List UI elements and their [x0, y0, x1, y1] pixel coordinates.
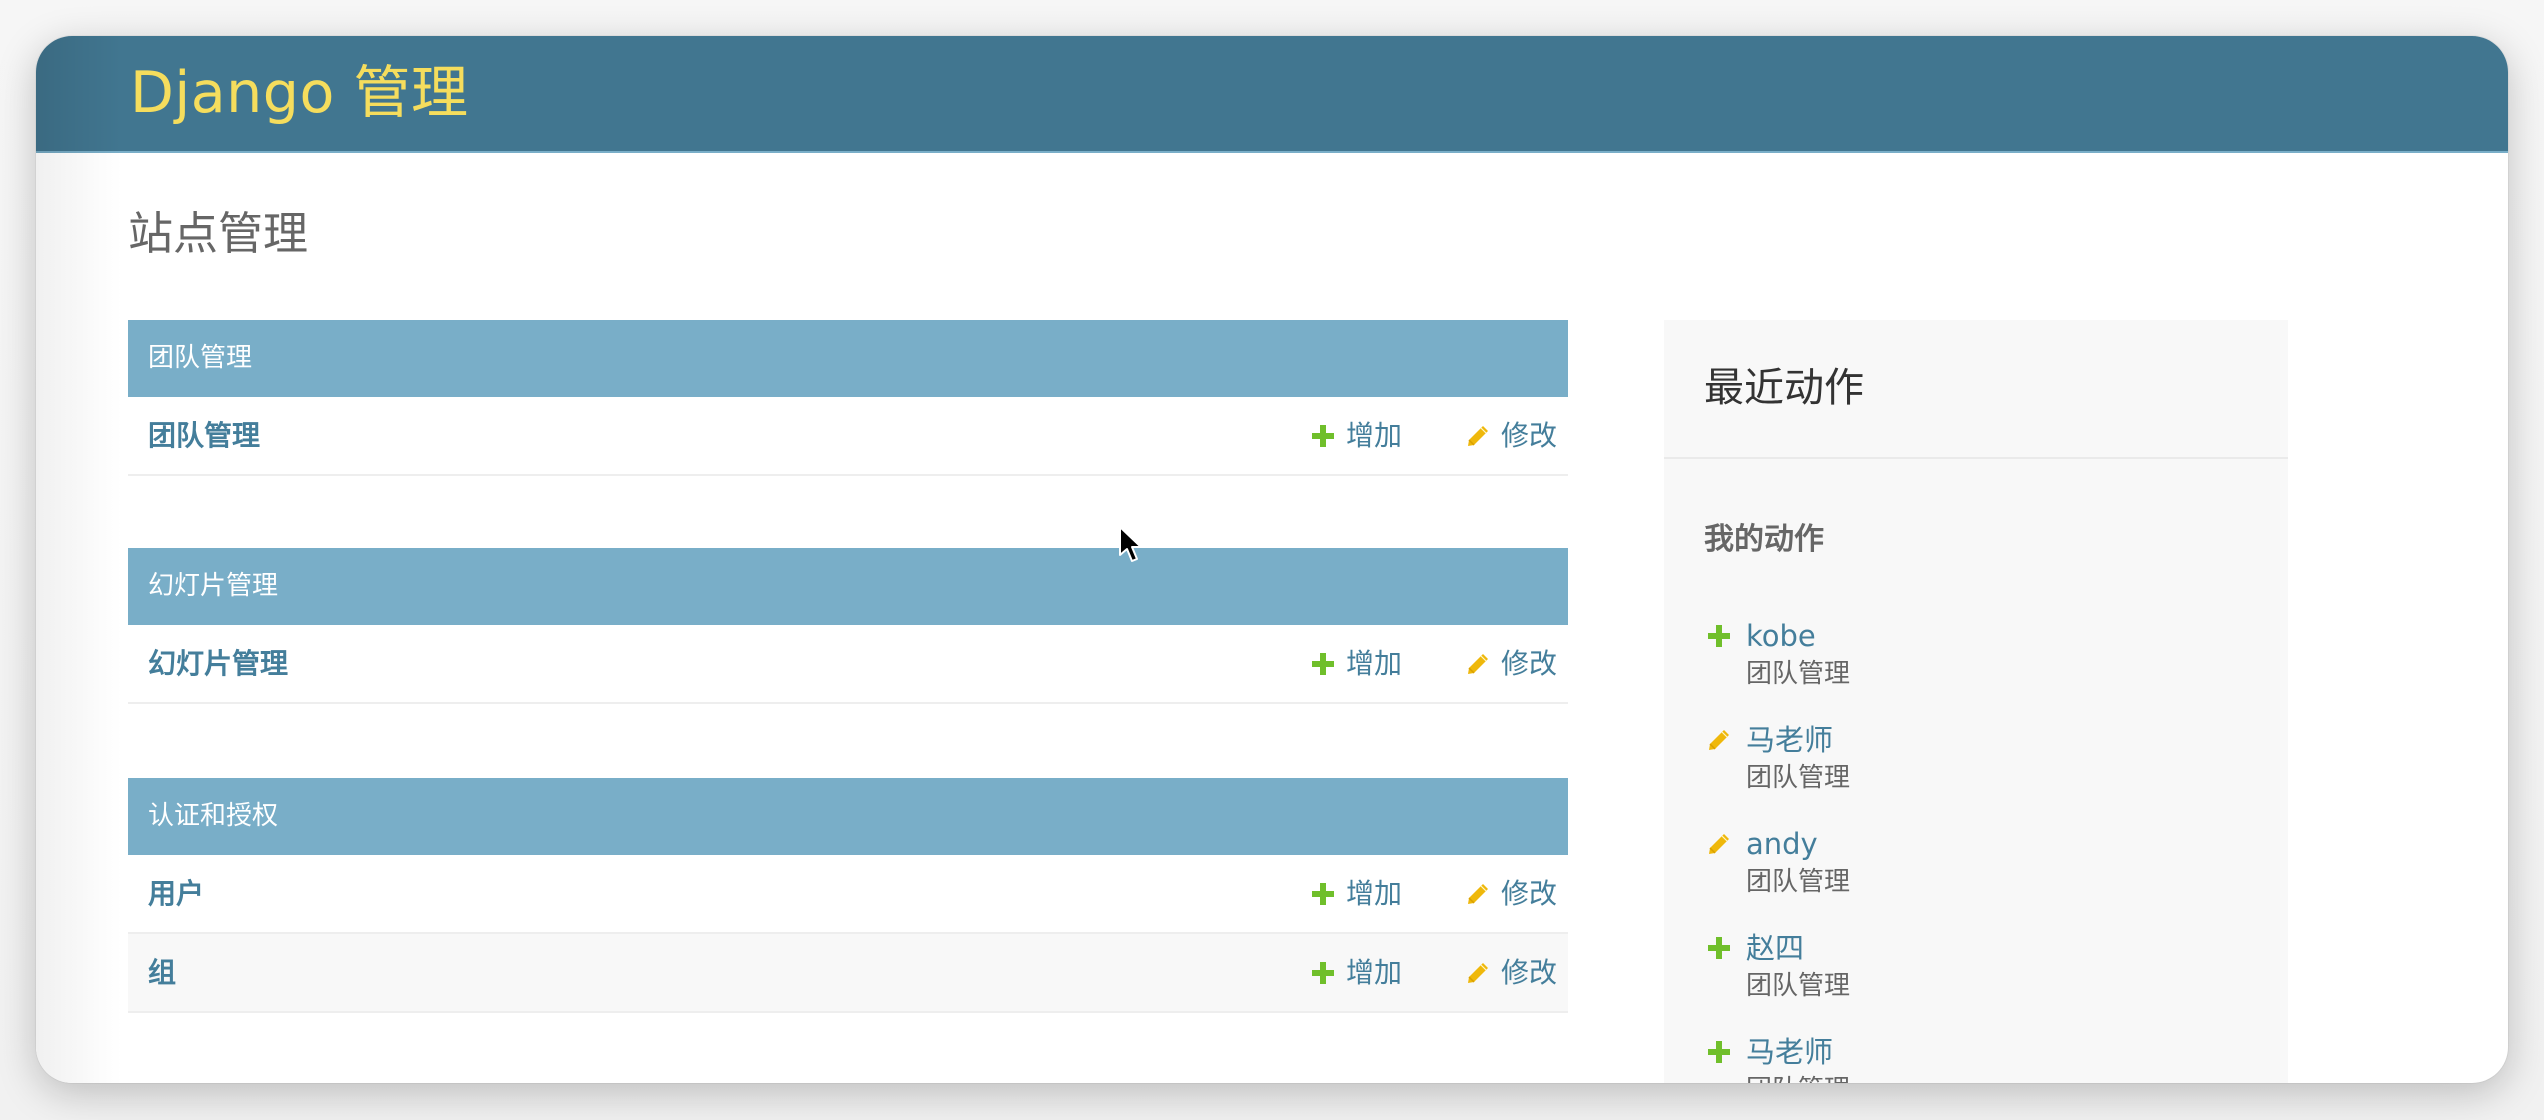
- change-label: 修改: [1501, 419, 1558, 452]
- add-link[interactable]: 增加: [1310, 855, 1402, 932]
- site-branding-link[interactable]: Django 管理: [130, 58, 468, 128]
- app-module-auth: 认证和授权 用户 增加 修改 组 增加 修改: [128, 778, 1568, 1013]
- model-link[interactable]: 幻灯片管理: [148, 625, 288, 702]
- recent-actions-panel: 最近动作 我的动作 kobe 团队管理 马老师 团队管理 andy 团队管理 赵…: [1664, 320, 2288, 1083]
- action-object-link[interactable]: 马老师: [1746, 720, 1833, 760]
- change-link[interactable]: 修改: [1465, 855, 1557, 932]
- recent-actions-title: 最近动作: [1704, 365, 1864, 411]
- pencil-icon: [1465, 423, 1491, 449]
- app-module-team: 团队管理 团队管理 增加 修改: [128, 320, 1568, 476]
- action-model-label: 团队管理: [1746, 659, 1851, 689]
- add-icon: [1706, 935, 1732, 961]
- add-link[interactable]: 增加: [1310, 934, 1402, 1011]
- pencil-icon: [1706, 831, 1732, 857]
- add-label: 增加: [1346, 956, 1403, 989]
- action-object-link[interactable]: andy: [1746, 824, 1818, 864]
- pencil-icon: [1465, 881, 1491, 907]
- left-edge-shade: [36, 153, 122, 1083]
- action-object-link[interactable]: 赵四: [1746, 928, 1804, 968]
- model-row: 用户 增加 修改: [128, 855, 1568, 934]
- action-model-label: 团队管理: [1746, 1070, 1850, 1083]
- pencil-icon: [1706, 727, 1732, 753]
- divider: [1664, 457, 2288, 459]
- change-label: 修改: [1501, 877, 1558, 910]
- action-object-link[interactable]: 马老师: [1746, 1032, 1833, 1072]
- add-icon: [1310, 960, 1336, 986]
- model-link[interactable]: 组: [148, 934, 176, 1011]
- add-link[interactable]: 增加: [1310, 397, 1402, 474]
- change-link[interactable]: 修改: [1465, 397, 1557, 474]
- change-link[interactable]: 修改: [1465, 625, 1557, 702]
- add-icon: [1706, 623, 1732, 649]
- change-label: 修改: [1501, 956, 1558, 989]
- action-model-label: 团队管理: [1746, 763, 1851, 793]
- model-link[interactable]: 用户: [148, 855, 204, 932]
- add-link[interactable]: 增加: [1310, 625, 1402, 702]
- action-object-link[interactable]: kobe: [1746, 616, 1816, 656]
- pencil-icon: [1465, 651, 1491, 677]
- add-icon: [1706, 1039, 1732, 1065]
- add-icon: [1310, 423, 1336, 449]
- add-icon: [1310, 881, 1336, 907]
- change-label: 修改: [1501, 647, 1558, 680]
- model-row: 幻灯片管理 增加 修改: [128, 625, 1568, 704]
- module-caption[interactable]: 幻灯片管理: [128, 548, 1568, 625]
- my-actions-title: 我的动作: [1704, 522, 1824, 557]
- pencil-icon: [1465, 960, 1491, 986]
- module-caption[interactable]: 团队管理: [128, 320, 1568, 397]
- action-model-label: 团队管理: [1746, 867, 1851, 897]
- page-title: 站点管理: [128, 207, 309, 260]
- action-model-label: 团队管理: [1746, 971, 1851, 1001]
- model-link[interactable]: 团队管理: [148, 397, 260, 474]
- model-row: 组 增加 修改: [128, 934, 1568, 1013]
- app-module-slides: 幻灯片管理 幻灯片管理 增加 修改: [128, 548, 1568, 704]
- add-icon: [1310, 651, 1336, 677]
- model-row: 团队管理 增加 修改: [128, 397, 1568, 476]
- add-label: 增加: [1346, 419, 1403, 452]
- change-link[interactable]: 修改: [1465, 934, 1557, 1011]
- add-label: 增加: [1346, 647, 1403, 680]
- header-edge-shade: [36, 36, 122, 153]
- admin-header: Django 管理: [36, 36, 2508, 153]
- browser-window: Django 管理 站点管理 团队管理 团队管理 增加 修改 幻灯片管理 幻灯片: [36, 36, 2508, 1083]
- module-caption[interactable]: 认证和授权: [128, 778, 1568, 855]
- add-label: 增加: [1346, 877, 1403, 910]
